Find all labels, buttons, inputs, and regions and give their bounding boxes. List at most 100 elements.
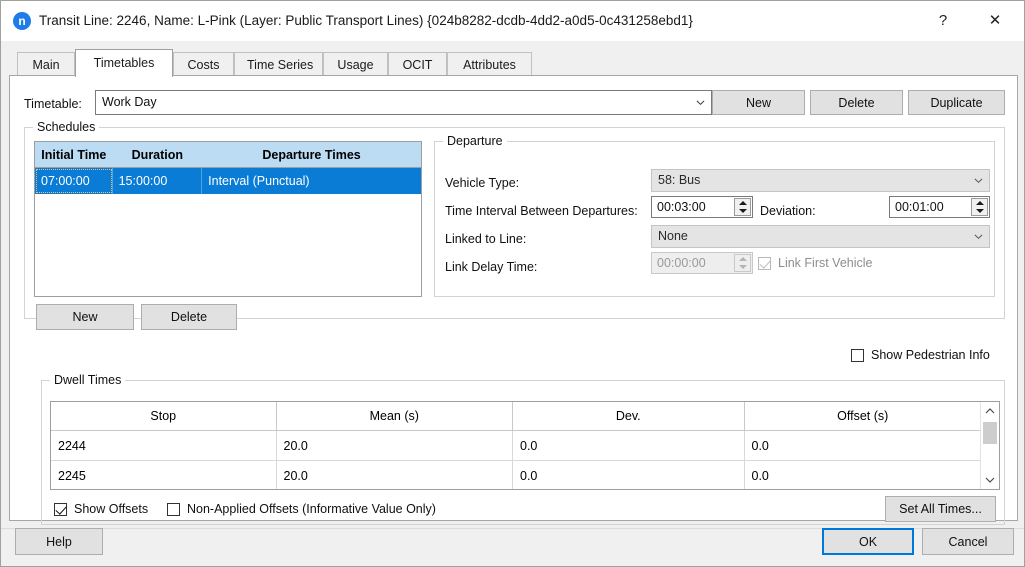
chevron-down-icon: [967, 170, 989, 191]
schedule-initial-time[interactable]: 07:00:00: [35, 168, 113, 194]
spin-down-icon: [735, 263, 750, 271]
dwell-cell-stop[interactable]: 2244: [51, 431, 277, 460]
link-delay-stepper: 00:00:00: [651, 252, 753, 274]
title-bar: n Transit Line: 2246, Name: L-Pink (Laye…: [1, 1, 1024, 41]
dwell-cell-stop[interactable]: 2245: [51, 461, 277, 489]
checkbox-box: [851, 348, 864, 362]
spin-up-icon: [735, 255, 750, 263]
checkbox-box: [167, 502, 180, 516]
timetables-panel: Timetable: Work Day New Delete Duplicate…: [9, 75, 1018, 525]
schedules-col-departure-times: Departure Times: [262, 147, 361, 162]
dwell-times-table[interactable]: Stop Mean (s) Dev. Offset (s) 2244 20.0 …: [50, 401, 1000, 490]
schedule-departure-times[interactable]: Interval (Punctual): [202, 168, 421, 194]
dwell-col-mean: Mean (s): [277, 402, 513, 430]
deviation-spin-buttons[interactable]: [971, 198, 988, 216]
timetable-label: Timetable:: [24, 97, 82, 111]
timetable-new-button[interactable]: New: [712, 90, 805, 115]
schedule-delete-button[interactable]: Delete: [141, 304, 237, 330]
schedules-col-initial-time: Initial Time: [41, 147, 107, 162]
dwell-times-scrollbar[interactable]: [980, 402, 999, 489]
dwell-times-grid: Stop Mean (s) Dev. Offset (s) 2244 20.0 …: [51, 402, 981, 489]
schedules-col-duration: Duration: [131, 147, 184, 162]
scroll-down-icon[interactable]: [981, 471, 999, 489]
time-interval-value: 00:03:00: [657, 200, 706, 214]
timetable-delete-button[interactable]: Delete: [810, 90, 903, 115]
show-pedestrian-info-label: Show Pedestrian Info: [871, 348, 990, 362]
dwell-cell-offset[interactable]: 0.0: [745, 431, 981, 460]
time-interval-label: Time Interval Between Departures:: [445, 204, 638, 218]
vehicle-type-combo[interactable]: 58: Bus: [651, 169, 990, 192]
show-offsets-label: Show Offsets: [74, 502, 149, 516]
tab-costs[interactable]: Costs: [173, 52, 234, 76]
spin-up-icon[interactable]: [972, 199, 987, 207]
set-all-times-button[interactable]: Set All Times...: [885, 496, 996, 522]
chevron-down-icon: [689, 91, 711, 114]
tab-ocit[interactable]: OCIT: [388, 52, 447, 76]
schedules-table-header: Initial Time Duration Departure Times: [35, 142, 421, 168]
timetable-combo-value: Work Day: [102, 95, 157, 110]
link-first-vehicle-checkbox: Link First Vehicle: [758, 256, 872, 270]
link-delay-time-label: Link Delay Time:: [445, 260, 538, 274]
tab-main[interactable]: Main: [17, 52, 75, 76]
schedules-group-title: Schedules: [33, 120, 100, 134]
dwell-cell-mean[interactable]: 20.0: [277, 431, 513, 460]
dwell-cell-dev[interactable]: 0.0: [513, 461, 745, 489]
time-interval-spin-buttons[interactable]: [734, 198, 751, 216]
window-title: Transit Line: 2246, Name: L-Pink (Layer:…: [39, 13, 693, 28]
link-delay-value: 00:00:00: [657, 256, 706, 270]
schedule-new-button[interactable]: New: [36, 304, 134, 330]
non-applied-offsets-label: Non-Applied Offsets (Informative Value O…: [187, 502, 436, 516]
dwell-cell-offset[interactable]: 0.0: [745, 461, 981, 489]
deviation-stepper[interactable]: 00:01:00: [889, 196, 990, 218]
dwell-col-dev: Dev.: [513, 402, 745, 430]
spin-up-icon[interactable]: [735, 199, 750, 207]
tab-usage[interactable]: Usage: [323, 52, 388, 76]
dwell-cell-mean[interactable]: 20.0: [277, 461, 513, 489]
tab-time-series[interactable]: Time Series: [234, 52, 323, 76]
schedule-duration[interactable]: 15:00:00: [113, 168, 203, 194]
link-delay-spin-buttons: [734, 254, 751, 272]
table-row[interactable]: 2244 20.0 0.0 0.0: [51, 431, 981, 461]
tab-timetables[interactable]: Timetables: [75, 49, 173, 77]
close-icon[interactable]: ✕: [972, 1, 1018, 41]
spin-down-icon[interactable]: [735, 207, 750, 215]
spin-down-icon[interactable]: [972, 207, 987, 215]
linked-to-line-value: None: [658, 229, 688, 244]
time-interval-stepper[interactable]: 00:03:00: [651, 196, 753, 218]
tab-bar: Main Timetables Costs Time Series Usage …: [9, 49, 1018, 77]
dwell-col-stop: Stop: [51, 402, 277, 430]
vehicle-type-value: 58: Bus: [658, 173, 701, 188]
non-applied-offsets-checkbox[interactable]: Non-Applied Offsets (Informative Value O…: [167, 502, 436, 516]
help-button[interactable]: Help: [15, 528, 103, 555]
table-row[interactable]: 07:00:00 15:00:00 Interval (Punctual): [35, 168, 421, 194]
show-pedestrian-info-checkbox[interactable]: Show Pedestrian Info: [851, 348, 990, 362]
cancel-button[interactable]: Cancel: [922, 528, 1014, 555]
dwell-times-group-title: Dwell Times: [50, 373, 126, 387]
link-first-vehicle-label: Link First Vehicle: [778, 256, 873, 270]
dwell-cell-dev[interactable]: 0.0: [513, 431, 745, 460]
departure-group-title: Departure: [443, 134, 507, 148]
show-offsets-checkbox[interactable]: Show Offsets: [54, 502, 148, 516]
app-icon: n: [13, 12, 31, 30]
table-row[interactable]: 2245 20.0 0.0 0.0: [51, 461, 981, 489]
dialog-window: n Transit Line: 2246, Name: L-Pink (Laye…: [0, 0, 1025, 567]
checkbox-box: [758, 256, 771, 270]
scrollbar-thumb[interactable]: [983, 422, 997, 444]
help-icon[interactable]: ?: [920, 1, 966, 41]
schedules-table[interactable]: Initial Time Duration Departure Times 07…: [34, 141, 422, 297]
deviation-label: Deviation:: [760, 204, 816, 218]
dialog-client-area: Main Timetables Costs Time Series Usage …: [1, 41, 1024, 566]
ok-button[interactable]: OK: [822, 528, 914, 555]
tab-attributes[interactable]: Attributes: [447, 52, 532, 76]
chevron-down-icon: [967, 226, 989, 247]
dwell-col-offset: Offset (s): [837, 409, 889, 423]
dwell-times-table-header: Stop Mean (s) Dev. Offset (s): [51, 402, 981, 431]
scroll-up-icon[interactable]: [981, 402, 999, 420]
timetable-duplicate-button[interactable]: Duplicate: [908, 90, 1005, 115]
vehicle-type-label: Vehicle Type:: [445, 176, 520, 190]
linked-to-line-label: Linked to Line:: [445, 232, 527, 246]
deviation-value: 00:01:00: [895, 200, 944, 214]
linked-to-line-combo[interactable]: None: [651, 225, 990, 248]
checkbox-box: [54, 502, 67, 516]
timetable-combo[interactable]: Work Day: [95, 90, 712, 115]
